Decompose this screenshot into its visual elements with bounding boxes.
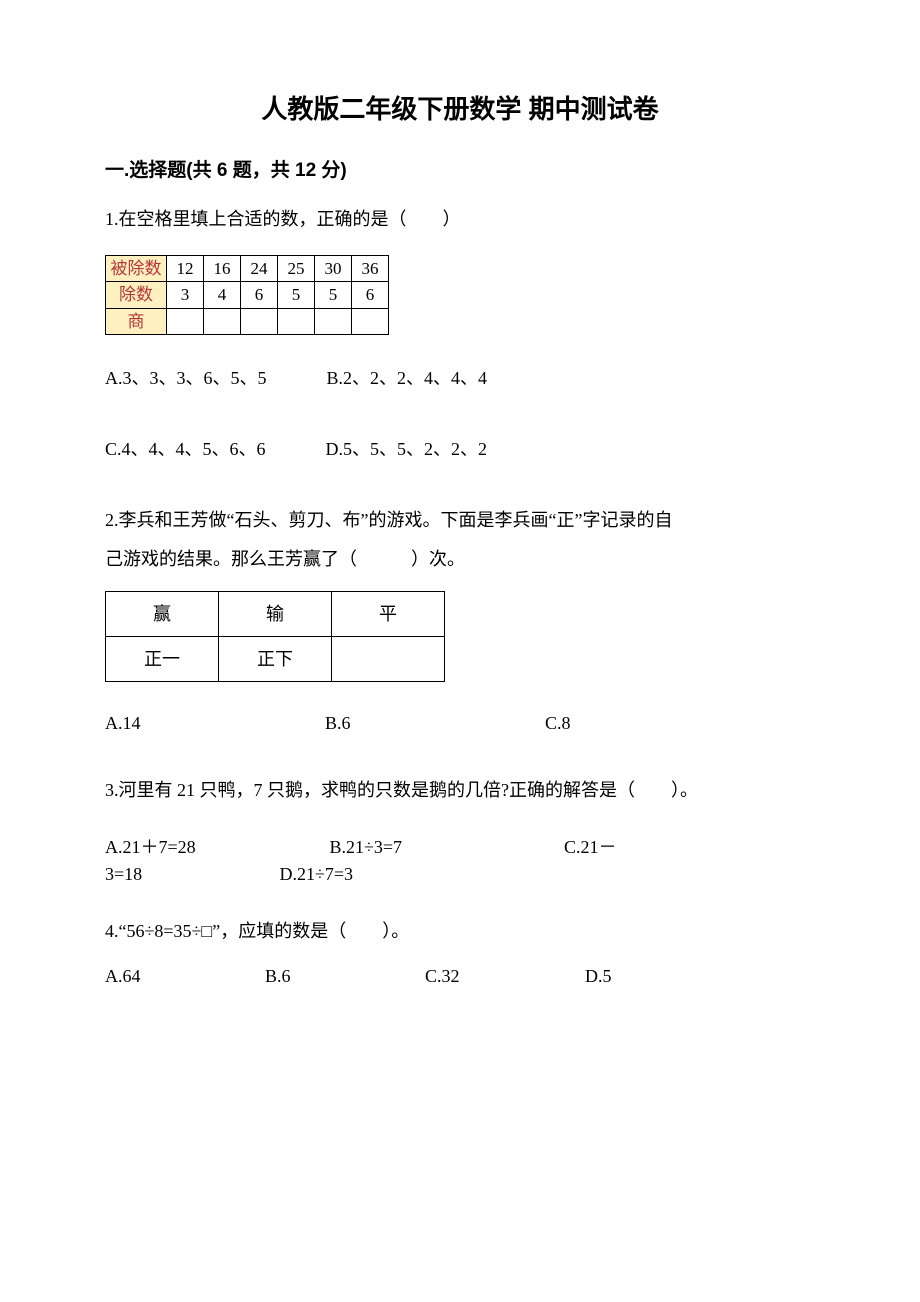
table-row: 被除数 12 16 24 25 30 36 (106, 255, 389, 282)
q4-text: 4.“56÷8=35÷□”，应填的数是（ ）。 (105, 918, 815, 945)
q1-dividend-4: 30 (315, 255, 352, 282)
q3-opt-c-part2: 3=18 (105, 861, 275, 888)
q2-header-lose: 输 (219, 592, 332, 637)
q1-quot-5 (352, 308, 389, 335)
q1-quot-3 (278, 308, 315, 335)
question-2: 2.李兵和王芳做“石头、剪刀、布”的游戏。下面是李兵画“正”字记录的自 己游戏的… (105, 507, 815, 737)
q2-cell-lose: 正下 (219, 637, 332, 682)
q3-opt-c-part1: C.21－ (564, 837, 617, 857)
q2-opt-a: A.14 (105, 710, 325, 737)
table-row: 赢 输 平 (106, 592, 445, 637)
q4-opt-a: A.64 (105, 963, 265, 990)
q4-opt-d: D.5 (585, 963, 745, 990)
q3-options-line1: A.21＋7=28 B.21÷3=7 C.21－ (105, 834, 815, 861)
q1-dividend-2: 24 (241, 255, 278, 282)
q1-opt-d: D.5、5、5、2、2、2 (326, 436, 488, 463)
q1-divisor-1: 4 (204, 282, 241, 309)
q2-header-win: 赢 (106, 592, 219, 637)
q1-quot-4 (315, 308, 352, 335)
q1-text: 1.在空格里填上合适的数，正确的是（ ） (105, 206, 815, 233)
question-1: 1.在空格里填上合适的数，正确的是（ ） 被除数 12 16 24 25 30 … (105, 206, 815, 464)
q1-row1-label: 被除数 (106, 255, 167, 282)
table-row: 商 (106, 308, 389, 335)
q2-table: 赢 输 平 正一 正下 (105, 591, 445, 682)
section-heading: 一.选择题(共 6 题，共 12 分) (105, 157, 815, 186)
question-4: 4.“56÷8=35÷□”，应填的数是（ ）。 A.64 B.6 C.32 D.… (105, 918, 815, 990)
q1-divisor-4: 5 (315, 282, 352, 309)
question-3: 3.河里有 21 只鸭，7 只鹅，求鸭的只数是鹅的几倍?正确的解答是（ ）。 A… (105, 777, 815, 888)
page-title: 人教版二年级下册数学 期中测试卷 (105, 90, 815, 129)
q1-table: 被除数 12 16 24 25 30 36 除数 3 4 6 5 5 6 商 (105, 255, 389, 336)
q1-opt-c: C.4、4、4、5、6、6 (105, 436, 266, 463)
q1-row3-label: 商 (106, 308, 167, 335)
q1-divisor-5: 6 (352, 282, 389, 309)
q2-cell-draw (332, 637, 445, 682)
q1-divisor-3: 5 (278, 282, 315, 309)
q2-opt-c: C.8 (545, 710, 765, 737)
q1-dividend-3: 25 (278, 255, 315, 282)
q4-opt-c: C.32 (425, 963, 585, 990)
q2-header-draw: 平 (332, 592, 445, 637)
q3-opt-b: B.21÷3=7 (330, 834, 560, 861)
q3-opt-a: A.21＋7=28 (105, 834, 325, 861)
q1-dividend-1: 16 (204, 255, 241, 282)
q3-opt-d: D.21÷7=3 (280, 864, 354, 884)
exam-page: 人教版二年级下册数学 期中测试卷 一.选择题(共 6 题，共 12 分) 1.在… (0, 0, 920, 1080)
q1-quot-0 (167, 308, 204, 335)
q1-dividend-5: 36 (352, 255, 389, 282)
q2-text-line2: 己游戏的结果。那么王芳赢了（ ）次。 (105, 546, 815, 573)
q4-opt-b: B.6 (265, 963, 425, 990)
table-row: 除数 3 4 6 5 5 6 (106, 282, 389, 309)
q2-cell-win: 正一 (106, 637, 219, 682)
table-row: 正一 正下 (106, 637, 445, 682)
q1-divisor-0: 3 (167, 282, 204, 309)
q1-opt-a: A.3、3、3、6、5、5 (105, 365, 267, 392)
q1-opt-b: B.2、2、2、4、4、4 (327, 365, 488, 392)
q2-text-line1: 2.李兵和王芳做“石头、剪刀、布”的游戏。下面是李兵画“正”字记录的自 (105, 507, 815, 534)
q2-options: A.14 B.6 C.8 (105, 710, 815, 737)
q3-options-line2: 3=18 D.21÷7=3 (105, 861, 815, 888)
q4-options: A.64 B.6 C.32 D.5 (105, 963, 815, 990)
q2-opt-b: B.6 (325, 710, 545, 737)
q1-dividend-0: 12 (167, 255, 204, 282)
q1-row2-label: 除数 (106, 282, 167, 309)
q3-text: 3.河里有 21 只鸭，7 只鹅，求鸭的只数是鹅的几倍?正确的解答是（ ）。 (105, 777, 815, 804)
q1-options-row2: C.4、4、4、5、6、6 D.5、5、5、2、2、2 (105, 436, 815, 463)
q1-quot-1 (204, 308, 241, 335)
q1-quot-2 (241, 308, 278, 335)
q1-options-row1: A.3、3、3、6、5、5 B.2、2、2、4、4、4 (105, 365, 815, 392)
q1-divisor-2: 6 (241, 282, 278, 309)
